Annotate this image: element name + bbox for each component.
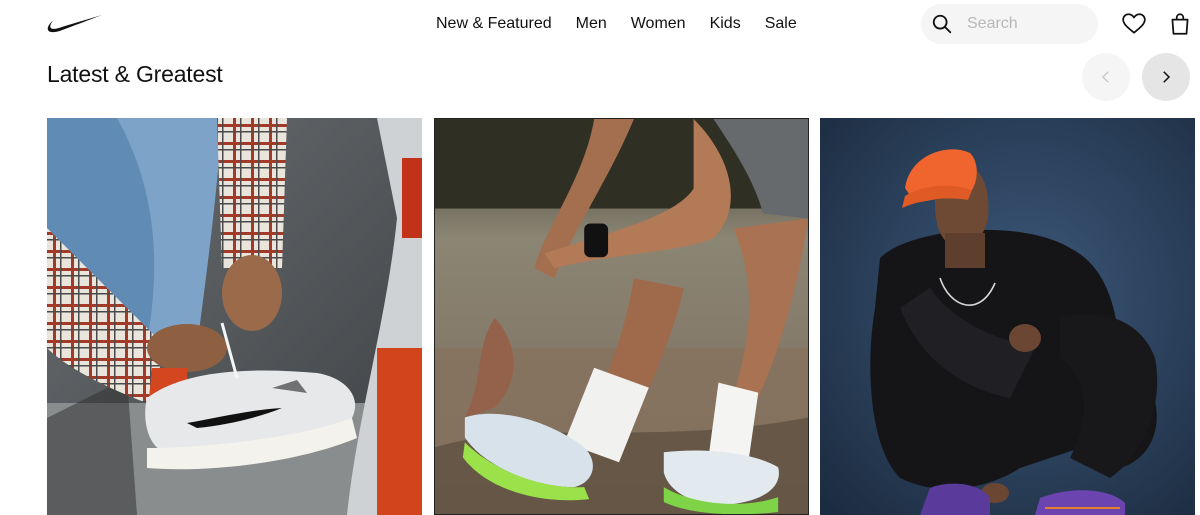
nav-kids[interactable]: Kids	[710, 14, 741, 34]
nike-swoosh-icon	[47, 15, 102, 33]
nav-new-featured[interactable]: New & Featured	[436, 14, 552, 34]
search-icon[interactable]	[931, 13, 953, 35]
main-nav: New & Featured Men Women Kids Sale	[436, 14, 797, 34]
bag-icon[interactable]	[1167, 11, 1193, 37]
nav-men[interactable]: Men	[576, 14, 607, 34]
chevron-left-icon	[1101, 71, 1109, 83]
carousel-prev-button[interactable]	[1082, 53, 1130, 101]
site-header: New & Featured Men Women Kids Sale	[0, 0, 1200, 48]
section-title: Latest & Greatest	[47, 61, 223, 87]
nav-women[interactable]: Women	[631, 14, 686, 34]
card-image-orange-cap-model	[820, 118, 1195, 515]
product-card-2[interactable]	[434, 118, 809, 515]
card-image-sneaker-lacing	[47, 118, 422, 515]
carousel-next-button[interactable]	[1142, 53, 1190, 101]
chevron-right-icon	[1163, 71, 1171, 83]
card-image-runner-stretching	[435, 119, 808, 514]
heart-icon[interactable]	[1121, 11, 1147, 37]
search-input[interactable]	[967, 12, 1087, 36]
nav-sale[interactable]: Sale	[765, 14, 797, 34]
search-box[interactable]	[921, 4, 1098, 44]
product-card-3[interactable]	[820, 118, 1195, 515]
nike-logo[interactable]	[45, 12, 105, 36]
product-card-1[interactable]	[47, 118, 422, 515]
